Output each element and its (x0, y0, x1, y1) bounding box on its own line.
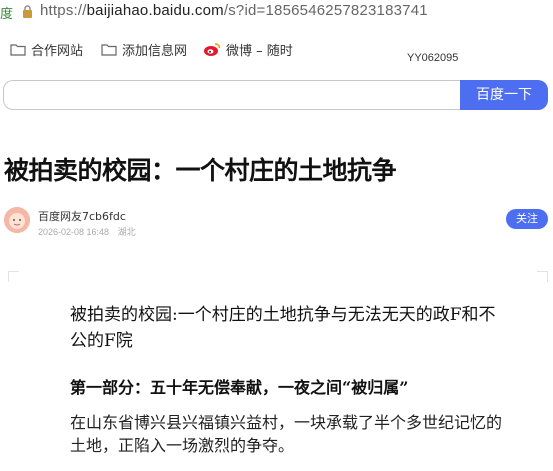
publish-location: 湖北 (117, 227, 136, 237)
avatar-face-icon (4, 207, 30, 233)
content-section-title: 第一部分：五十年无偿奉献，一夜之间“被归属” (70, 378, 409, 397)
avatar[interactable] (4, 207, 30, 233)
lock-icon (23, 5, 32, 18)
search-button[interactable]: 百度一下 (460, 80, 548, 110)
url-text[interactable]: https://baijiahao.baidu.com/s?id=1856546… (40, 2, 428, 19)
bookmark-item-weibo[interactable]: 微博 – 随时 (203, 40, 293, 59)
bookmark-label: 微博 – 随时 (226, 44, 293, 59)
content-paragraph: 在山东省博兴县兴福镇兴益村，一块承载了半个多世纪记忆的土地，正陷入一场激烈的争夺… (70, 413, 503, 455)
address-bar[interactable]: 度 https://baijiahao.baidu.com/s?id=18565… (0, 0, 553, 24)
weibo-icon (204, 43, 221, 56)
folder-icon (10, 44, 26, 56)
content-heading: 被拍卖的校园:一个村庄的土地抗争与无法无天的政F和不公的F院 (70, 305, 496, 351)
article-title: 被拍卖的校园：一个村庄的土地抗争 (4, 156, 397, 185)
author-name[interactable]: 百度网友7cb6fdc (38, 208, 126, 224)
url-path: /s?id=1856546257823183741 (223, 2, 428, 19)
bookmark-item-partner-sites[interactable]: 合作网站 (10, 40, 83, 59)
bookmark-label: 合作网站 (31, 44, 84, 59)
folder-icon (101, 44, 117, 56)
card-corner (8, 271, 19, 282)
tab-title-fragment: 度 (0, 7, 14, 22)
follow-button[interactable]: 关注 (506, 209, 548, 229)
search-bar: 百度一下 (3, 80, 548, 112)
search-input[interactable] (3, 80, 460, 110)
watermark-id: YY062095 (407, 52, 459, 64)
bookmark-item-add-info[interactable]: 添加信息网 (101, 40, 187, 59)
bookmarks-bar: 合作网站 添加信息网 微博 – 随时 (0, 34, 553, 64)
url-host: baijiahao.baidu.com (86, 2, 224, 19)
url-prefix: https:// (40, 2, 87, 19)
publish-date: 2026-02-08 16:48 (38, 227, 110, 237)
bookmark-label: 添加信息网 (122, 44, 188, 59)
card-corner (537, 271, 548, 282)
article-meta: 2026-02-08 16:48 湖北 (38, 225, 142, 238)
